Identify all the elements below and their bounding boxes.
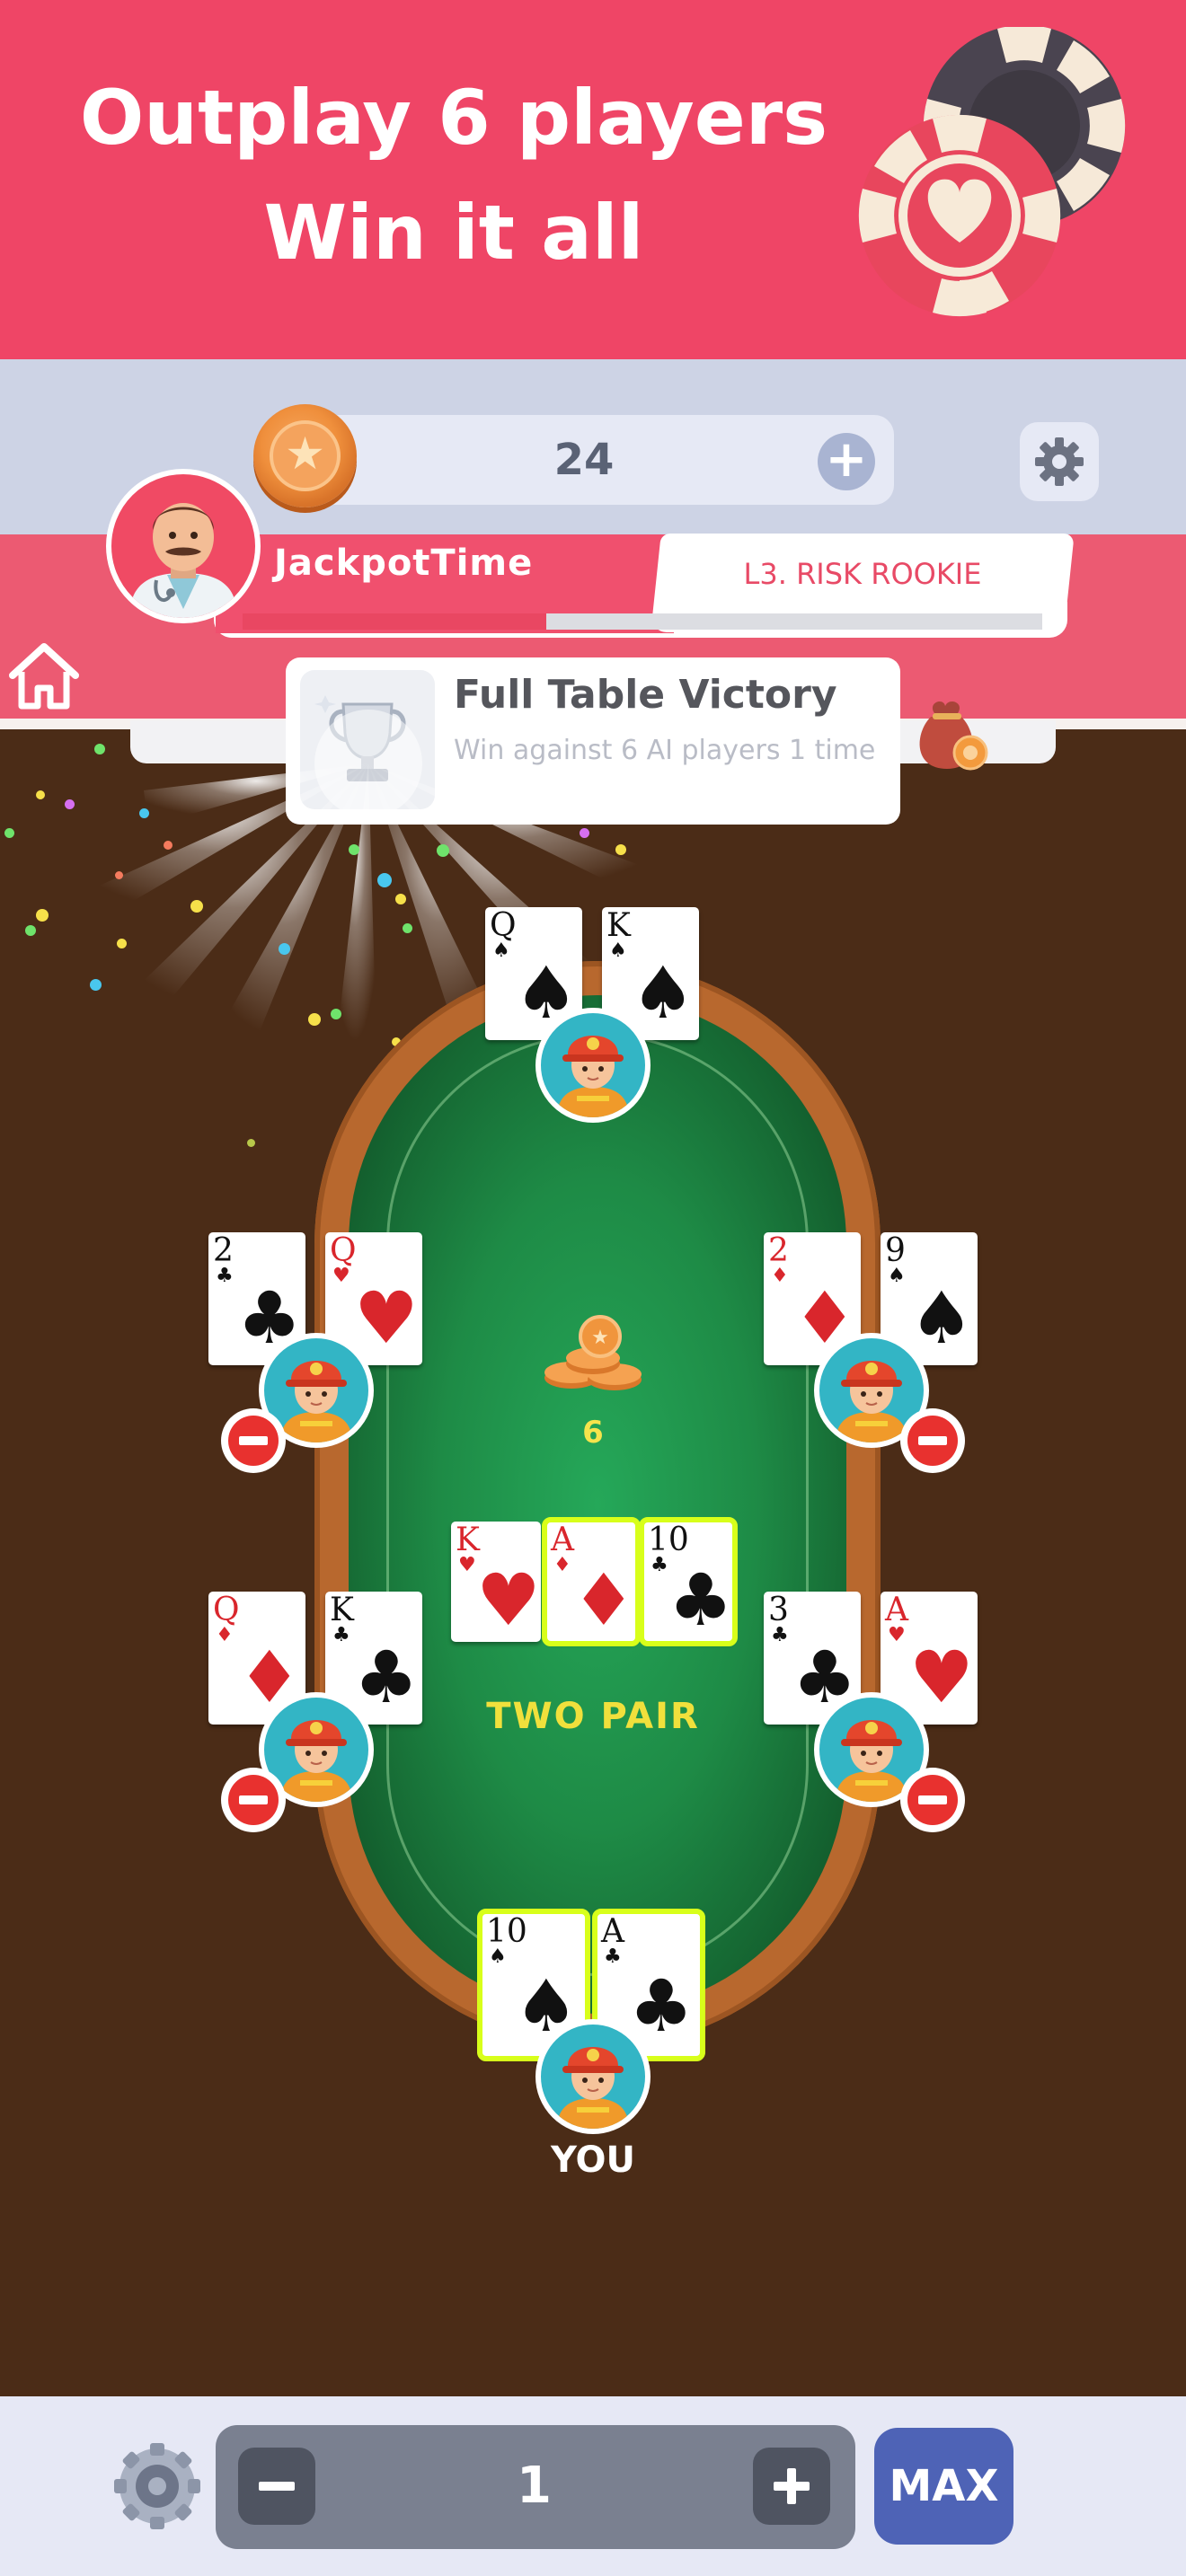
coin-icon: ★ [253,404,357,507]
community-card-2: A ♦ ♦ [542,1517,641,1646]
bet-amount: 1 [517,2457,552,2515]
community-card-1: K ♥ ♥ [451,1522,541,1642]
opponent-avatar-top[interactable] [535,1008,651,1123]
folded-badge-right-upper [900,1408,965,1473]
xp-bar-fill [243,613,547,630]
add-coins-button[interactable]: + [818,433,875,490]
rank-label: L3. RISK ROOKIE [743,557,982,591]
max-bet-button[interactable]: MAX [874,2428,1013,2545]
banner-headline: Outplay 6 players [79,74,828,162]
pot-chips-icon: ★ [544,1315,642,1390]
coin-bag-icon [919,701,988,771]
doctor-avatar-icon [129,503,237,618]
your-avatar[interactable] [535,2019,651,2134]
hand-rank-label: TWO PAIR [486,1696,700,1737]
firefighter-avatar-icon [557,2047,629,2129]
svg-text:★: ★ [591,1327,609,1349]
folded-badge-left-lower [221,1768,286,1832]
player-avatar[interactable] [106,469,261,623]
pot-amount: 6 [582,1415,604,1451]
banner-subheadline: Win it all [263,189,644,277]
coin-balance: 24 [553,435,615,485]
increase-bet-button[interactable] [753,2448,830,2525]
player-name: JackpotTime [274,543,534,584]
chip-settings-icon[interactable] [112,2441,202,2531]
you-label: YOU [550,2139,636,2181]
folded-badge-right-lower [900,1768,965,1832]
minus-icon [259,2482,295,2491]
community-card-3: 10 ♣ ♣ [639,1517,738,1646]
firefighter-avatar-icon [557,1036,629,1117]
gear-icon [1035,437,1084,486]
folded-badge-left-upper [221,1408,286,1473]
decrease-bet-button[interactable] [238,2448,315,2525]
settings-button[interactable] [1020,422,1099,501]
table-betting-line [386,1033,809,1976]
poker-chips-icon [858,27,1126,317]
